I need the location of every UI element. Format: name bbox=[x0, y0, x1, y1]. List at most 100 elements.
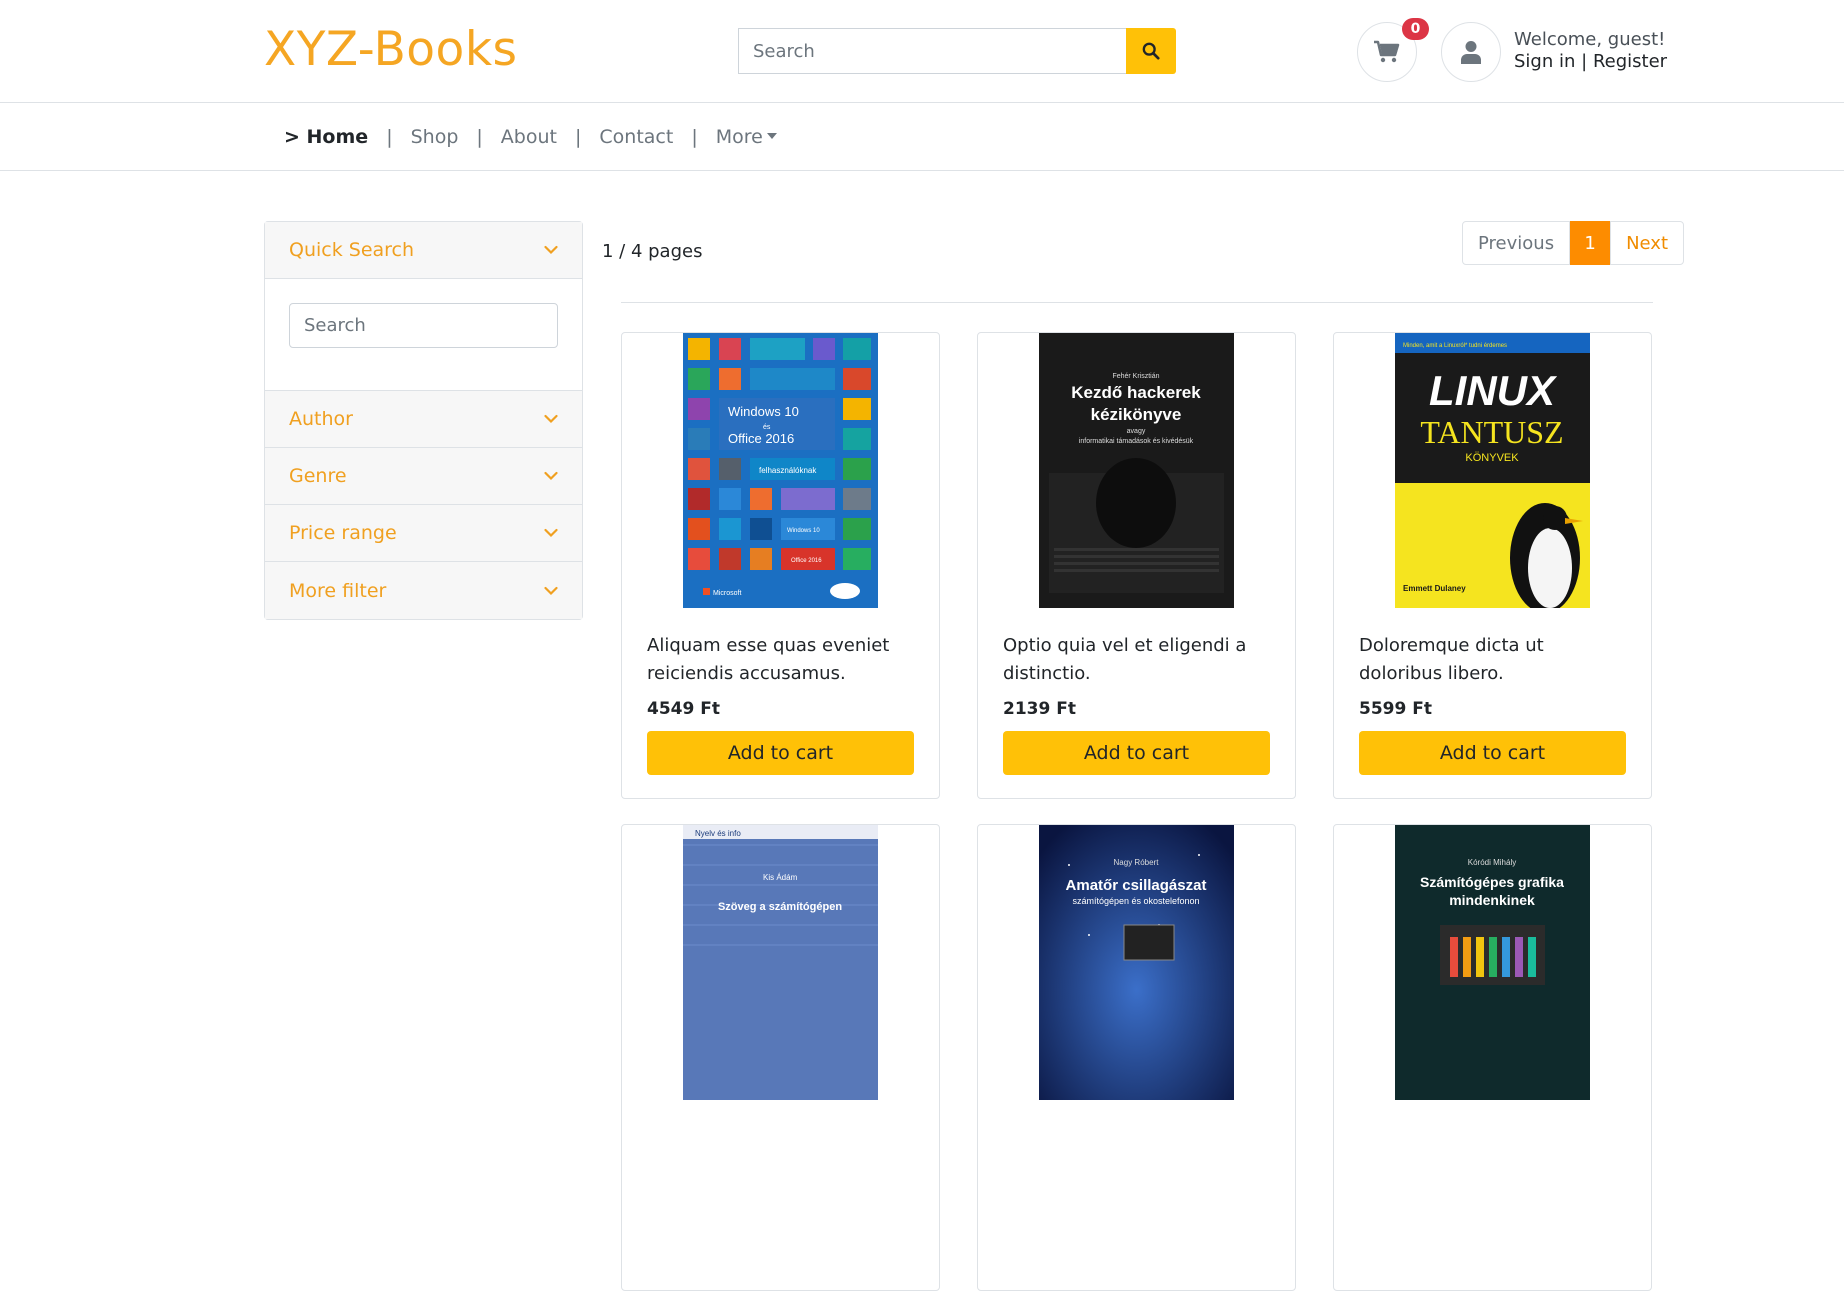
add-to-cart-button[interactable]: Add to cart bbox=[1003, 731, 1270, 775]
welcome-block: Welcome, guest! Sign in | Register bbox=[1514, 29, 1667, 73]
auth-links: Sign in | Register bbox=[1514, 51, 1667, 73]
product-card: Windows 10 és Office 2016 felhasználókna… bbox=[621, 332, 940, 799]
chevron-down-icon bbox=[544, 586, 558, 595]
chevron-down-icon bbox=[544, 528, 558, 538]
product-price: 4549 Ft bbox=[647, 699, 720, 719]
book-cover-image[interactable]: Nagy Róbert Amatőr csillagászat számítóg… bbox=[1039, 825, 1234, 1100]
caret-down-icon bbox=[766, 133, 777, 139]
nav-shop[interactable]: Shop bbox=[401, 126, 469, 148]
cover-title-line1: Kezdő hackerek bbox=[1071, 383, 1201, 402]
product-card: Kóródi Mihály Számítógépes grafika minde… bbox=[1333, 824, 1652, 1291]
cover-author: Kóródi Mihály bbox=[1468, 858, 1516, 867]
cover-title-line1: LINUX bbox=[1429, 367, 1558, 414]
nav-more-label: More bbox=[715, 126, 763, 148]
auth-separator: | bbox=[1581, 51, 1588, 72]
nav-contact[interactable]: Contact bbox=[589, 126, 683, 148]
nav-more-dropdown[interactable]: More bbox=[706, 126, 787, 148]
header-search-input[interactable] bbox=[738, 28, 1126, 74]
product-price: 5599 Ft bbox=[1359, 699, 1432, 719]
cover-series: Nyelv és info bbox=[695, 829, 741, 838]
cover-sub1: avagy bbox=[1127, 428, 1146, 435]
top-header: XYZ-Books 0 Welcome, guest! Sign in | bbox=[0, 0, 1844, 103]
cart-count-badge: 0 bbox=[1402, 18, 1429, 40]
book-cover-image[interactable]: Fehér Krisztián Kezdő hackerek kézikönyv… bbox=[1039, 333, 1234, 608]
cover-title-line2: kézikönyve bbox=[1091, 405, 1182, 424]
pagination-page-current[interactable]: 1 bbox=[1570, 221, 1611, 265]
user-avatar-button[interactable] bbox=[1441, 22, 1501, 82]
cover-author: Emmett Dulaney bbox=[1403, 584, 1466, 593]
book-cover-image[interactable]: Nyelv és info Kis Ádám Szöveg a számítóg… bbox=[683, 825, 878, 1100]
book-cover-image[interactable]: Windows 10 és Office 2016 felhasználókna… bbox=[683, 333, 878, 608]
page-summary: 1 / 4 pages bbox=[602, 241, 703, 262]
welcome-text: Welcome, guest! bbox=[1514, 29, 1666, 50]
cart-icon bbox=[1374, 40, 1400, 63]
author-filter-label: Author bbox=[289, 408, 353, 430]
product-title[interactable]: Aliquam esse quas eveniet reiciendis acc… bbox=[647, 632, 917, 688]
product-title[interactable]: Optio quia vel et eligendi a distinctio. bbox=[1003, 632, 1273, 688]
cover-badge-windows: Windows 10 bbox=[787, 528, 820, 534]
cover-author: Fehér Krisztián bbox=[1112, 373, 1159, 380]
quick-search-label: Quick Search bbox=[289, 239, 415, 261]
product-card: Minden, amit a Linuxról* tudni érdemes L… bbox=[1333, 332, 1652, 799]
cover-series: KÖNYVEK bbox=[1465, 452, 1519, 464]
cover-subtitle: felhasználóknak bbox=[759, 466, 817, 475]
product-card: Nyelv és info Kis Ádám Szöveg a számítóg… bbox=[621, 824, 940, 1291]
cover-sub2: informatikai támadások és kivédésük bbox=[1079, 438, 1194, 445]
pagination: Previous 1 Next bbox=[1462, 221, 1685, 265]
book-cover-image[interactable]: Kóródi Mihály Számítógépes grafika minde… bbox=[1395, 825, 1590, 1100]
cover-title-mid: és bbox=[763, 424, 771, 431]
add-to-cart-button[interactable]: Add to cart bbox=[1359, 731, 1626, 775]
cover-title-line2: TANTUSZ bbox=[1420, 414, 1563, 450]
price-range-filter-toggle[interactable]: Price range bbox=[265, 505, 582, 562]
book-cover-image[interactable]: Minden, amit a Linuxról* tudni érdemes L… bbox=[1395, 333, 1590, 608]
header-search-button[interactable] bbox=[1126, 28, 1176, 74]
genre-filter-toggle[interactable]: Genre bbox=[265, 448, 582, 505]
cover-author: Kis Ádám bbox=[763, 873, 798, 882]
quick-search-toggle[interactable]: Quick Search bbox=[265, 222, 582, 279]
pagination-next[interactable]: Next bbox=[1610, 221, 1685, 265]
more-filter-label: More filter bbox=[289, 579, 387, 602]
nav-separator: | bbox=[691, 126, 698, 148]
signin-link[interactable]: Sign in bbox=[1514, 51, 1575, 72]
quick-search-panel bbox=[265, 279, 582, 391]
chevron-down-icon bbox=[544, 414, 558, 424]
nav-menu: > Home | Shop | About | Contact | More bbox=[274, 103, 787, 171]
nav-home[interactable]: > Home bbox=[274, 126, 378, 148]
register-link[interactable]: Register bbox=[1593, 51, 1667, 72]
pagination-previous[interactable]: Previous bbox=[1462, 221, 1571, 265]
nav-about[interactable]: About bbox=[491, 126, 567, 148]
filter-sidebar: Quick Search Author Genre Price range Mo… bbox=[264, 221, 583, 620]
cover-title-line2: Office 2016 bbox=[728, 431, 794, 446]
search-icon bbox=[1142, 42, 1160, 60]
nav-separator: | bbox=[386, 126, 393, 148]
sidebar-search-input[interactable] bbox=[289, 303, 558, 348]
user-icon bbox=[1461, 41, 1481, 64]
genre-filter-label: Genre bbox=[289, 465, 347, 487]
cover-author: Nagy Róbert bbox=[1114, 858, 1160, 867]
cover-title-line1: Amatőr csillagászat bbox=[1066, 877, 1207, 894]
main-navbar: > Home | Shop | About | Contact | More bbox=[0, 103, 1844, 171]
chevron-down-icon bbox=[544, 245, 558, 255]
more-filter-toggle[interactable]: More filter bbox=[265, 562, 582, 619]
nav-separator: | bbox=[476, 126, 483, 148]
product-card: Fehér Krisztián Kezdő hackerek kézikönyv… bbox=[977, 332, 1296, 799]
header-search bbox=[738, 28, 1178, 74]
cover-title-line1: Számítógépes grafika bbox=[1420, 874, 1564, 890]
brand-logo[interactable]: XYZ-Books bbox=[264, 22, 518, 77]
product-title[interactable]: Doloremque dicta ut doloribus libero. bbox=[1359, 632, 1629, 688]
cover-publisher: Microsoft bbox=[713, 590, 741, 597]
content-divider bbox=[621, 302, 1653, 303]
cover-title-line2: mindenkinek bbox=[1449, 892, 1535, 908]
add-to-cart-button[interactable]: Add to cart bbox=[647, 731, 914, 775]
product-price: 2139 Ft bbox=[1003, 699, 1076, 719]
chevron-down-icon bbox=[544, 471, 558, 481]
author-filter-toggle[interactable]: Author bbox=[265, 391, 582, 448]
cover-badge-office: Office 2016 bbox=[791, 558, 822, 564]
cover-title-line1: Windows 10 bbox=[728, 404, 799, 419]
nav-separator: | bbox=[574, 126, 582, 148]
price-range-filter-label: Price range bbox=[289, 522, 397, 544]
cover-title: Szöveg a számítógépen bbox=[718, 901, 842, 913]
cover-top-line: Minden, amit a Linuxról* tudni érdemes bbox=[1403, 343, 1507, 349]
cover-title-line2: számítógépen és okostelefonon bbox=[1072, 896, 1199, 906]
product-card: Nagy Róbert Amatőr csillagászat számítóg… bbox=[977, 824, 1296, 1291]
